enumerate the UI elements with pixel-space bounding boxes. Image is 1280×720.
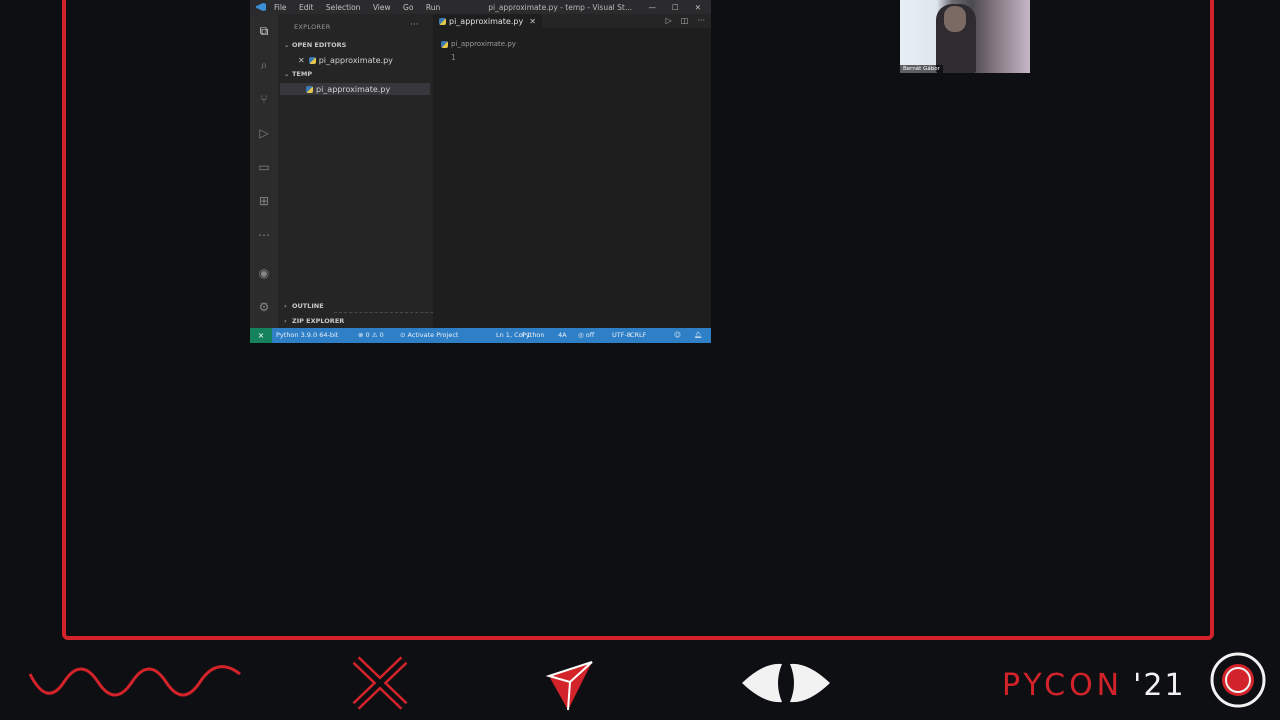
search-icon[interactable]: ⌕: [257, 58, 271, 72]
tab-pi-approximate[interactable]: pi_approximate.py ✕: [433, 14, 542, 28]
open-editors-section[interactable]: ⌄ OPEN EDITORS: [284, 41, 346, 49]
account-icon[interactable]: ◉: [257, 266, 271, 280]
files-icon[interactable]: ⧉: [257, 24, 271, 38]
indentation[interactable]: 4A: [558, 331, 567, 339]
file-tree-item[interactable]: pi_approximate.py: [280, 83, 430, 95]
menu-selection[interactable]: Selection: [326, 3, 361, 12]
pycon-brand: PYCON '21: [1002, 668, 1186, 703]
explorer-sidebar: EXPLORER ··· ⌄ OPEN EDITORS ✕ pi_approxim…: [278, 14, 459, 328]
minimize-button[interactable]: —: [648, 3, 656, 12]
speaker-head: [944, 6, 966, 32]
remote-explorer-icon[interactable]: ▭: [257, 160, 271, 174]
pycon-year: '21: [1133, 668, 1186, 703]
outline-section[interactable]: › OUTLINE: [284, 302, 324, 310]
menu-view[interactable]: View: [373, 3, 391, 12]
problems-indicator[interactable]: ⊗ 0 ⚠ 0: [358, 331, 384, 339]
close-icon[interactable]: ✕: [298, 56, 305, 65]
open-editor-item[interactable]: ✕ pi_approximate.py: [298, 54, 430, 66]
python-file-icon: [306, 85, 313, 93]
title-bar: File Edit Selection View Go Run pi_appro…: [250, 0, 711, 14]
triangle-graphic-icon: [546, 661, 593, 711]
run-debug-icon[interactable]: ▷: [257, 126, 271, 140]
notifications-icon[interactable]: 🔔︎: [694, 331, 702, 339]
language-mode[interactable]: Python: [522, 331, 545, 339]
live-share-status[interactable]: ◎ off: [578, 331, 594, 339]
split-editor-icon[interactable]: ◫: [681, 16, 689, 25]
cross-graphic-icon: [352, 656, 408, 710]
remote-indicator-icon[interactable]: ⨯: [250, 328, 272, 343]
tab-bar: pi_approximate.py ✕ ▷ ◫ ···: [433, 14, 711, 28]
more-actions-icon[interactable]: ···: [697, 16, 705, 25]
vscode-window: File Edit Selection View Go Run pi_appro…: [250, 0, 711, 343]
menu-bar: File Edit Selection View Go Run: [274, 3, 450, 12]
temp-folder-section[interactable]: ⌄ TEMP: [284, 70, 312, 78]
open-editor-filename: pi_approximate.py: [318, 55, 393, 65]
run-file-icon[interactable]: ▷: [666, 16, 672, 25]
explorer-title: EXPLORER: [294, 23, 331, 31]
menu-file[interactable]: File: [274, 3, 287, 12]
breadcrumb-file: pi_approximate.py: [451, 40, 516, 48]
python-file-icon: [308, 56, 316, 64]
temp-folder-label: TEMP: [292, 70, 313, 78]
chevron-down-icon: ⌄: [284, 41, 290, 49]
close-icon[interactable]: ✕: [529, 17, 536, 26]
encoding[interactable]: UTF-8: [612, 331, 631, 339]
more-actions-icon[interactable]: ···: [410, 20, 419, 30]
feedback-icon[interactable]: ☺: [674, 331, 681, 339]
editor-area[interactable]: pi_approximate.py ✕ ▷ ◫ ··· pi_approxima…: [433, 14, 711, 328]
source-control-icon[interactable]: ⑂: [257, 92, 271, 106]
open-editors-label: OPEN EDITORS: [292, 41, 347, 49]
python-file-icon: [441, 40, 448, 48]
editor-actions: ▷ ◫ ···: [666, 16, 705, 25]
tab-label: pi_approximate.py: [449, 16, 524, 26]
wave-graphic-icon: [28, 665, 241, 697]
menu-edit[interactable]: Edit: [299, 3, 314, 12]
maximize-button[interactable]: ☐: [672, 3, 679, 12]
chevron-down-icon: ⌄: [284, 70, 290, 78]
zip-explorer-section[interactable]: › ZIP EXPLORER: [284, 317, 344, 325]
line-endings[interactable]: CRLF: [630, 331, 646, 339]
python-file-icon: [439, 17, 446, 25]
activate-project-status[interactable]: ⊙ Activate Project: [400, 331, 458, 339]
speaker-name: Bernát Gábor: [900, 65, 943, 73]
record-logo-icon: [1210, 652, 1266, 708]
window-controls: — ☐ ✕: [648, 3, 701, 12]
outline-label: OUTLINE: [292, 302, 324, 310]
chevron-right-icon: ›: [284, 317, 287, 325]
eye-graphic-icon: [742, 663, 830, 703]
line-number: 1: [451, 53, 456, 62]
vscode-logo-icon: [256, 3, 266, 11]
extensions-icon[interactable]: ⊞: [257, 194, 271, 208]
breadcrumb[interactable]: pi_approximate.py: [441, 40, 516, 48]
pycon-wordmark: PYCON: [1002, 668, 1124, 703]
chevron-right-icon: ›: [284, 302, 287, 310]
python-interpreter[interactable]: Python 3.9.0 64-bit: [276, 331, 338, 339]
window-title: pi_approximate.py - temp - Visual St...: [488, 2, 632, 12]
file-tree-filename: pi_approximate.py: [316, 84, 391, 94]
menu-run[interactable]: Run: [426, 3, 440, 12]
menu-go[interactable]: Go: [403, 3, 413, 12]
zip-explorer-label: ZIP EXPLORER: [292, 317, 345, 325]
webcam-feed: Bernát Gábor: [900, 0, 1030, 73]
status-bar: ⨯ Python 3.9.0 64-bit ⊗ 0 ⚠ 0 ⊙ Activate…: [250, 328, 711, 343]
settings-gear-icon[interactable]: ⚙: [257, 300, 271, 314]
timeline-icon[interactable]: ⋯: [257, 228, 271, 242]
activity-bar: ⧉ ⌕ ⑂ ▷ ▭ ⊞ ⋯ ◉ ⚙: [250, 14, 278, 328]
close-window-button[interactable]: ✕: [695, 3, 701, 12]
